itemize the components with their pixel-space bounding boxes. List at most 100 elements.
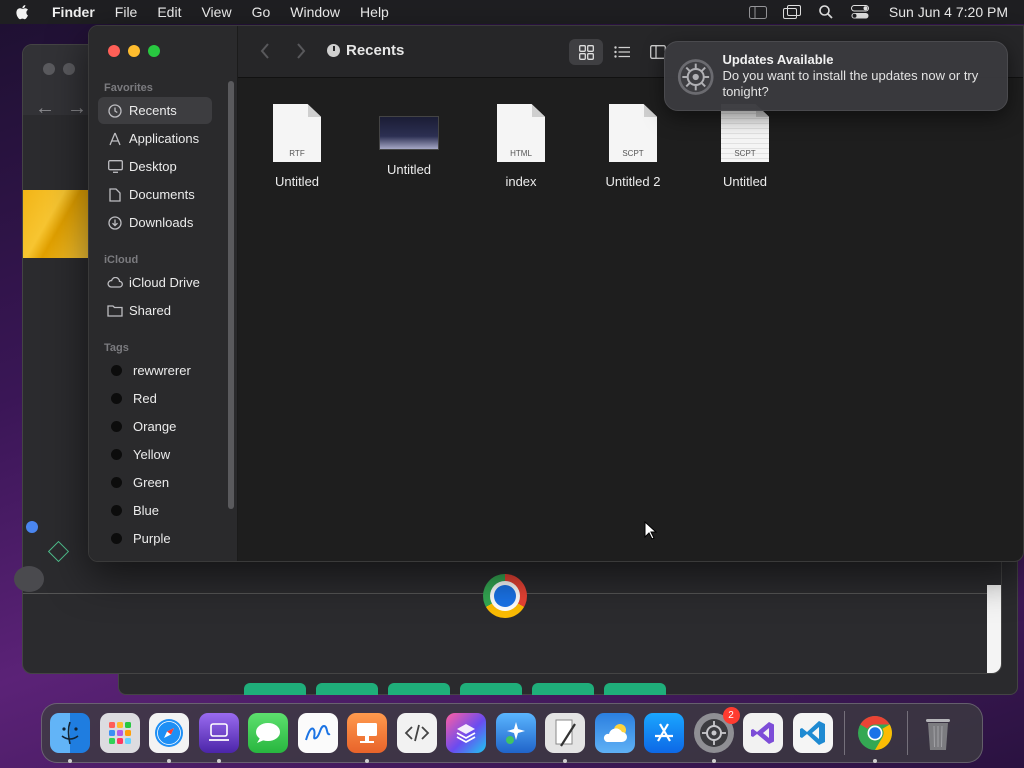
- sidebar-item-recents[interactable]: Recents: [98, 97, 212, 124]
- sidebar-item-applications[interactable]: Applications: [98, 125, 212, 152]
- finder-face-icon: [61, 721, 79, 745]
- icon-view-button[interactable]: [569, 39, 603, 65]
- dock-weather[interactable]: [594, 713, 635, 753]
- dock-script-utility[interactable]: [545, 713, 585, 763]
- tag-dot-icon: [111, 365, 122, 376]
- tag-dot-icon: [111, 533, 122, 544]
- dock-feedback-assistant[interactable]: [495, 713, 536, 753]
- file-name: Untitled 2: [605, 174, 661, 189]
- dock-freeform[interactable]: [297, 713, 338, 753]
- tag-label: Blue: [133, 503, 160, 518]
- tag-dot-icon: [111, 505, 122, 516]
- menu-edit[interactable]: Edit: [147, 4, 191, 20]
- file-item-html[interactable]: HTML index: [465, 104, 577, 189]
- tag-label: rewwrerer: [133, 363, 191, 378]
- list-view-button[interactable]: [605, 39, 639, 65]
- window-title-label: Recents: [346, 42, 405, 59]
- menu-window[interactable]: Window: [280, 4, 350, 20]
- script-file-icon: SCPT: [609, 104, 657, 162]
- code-brackets-icon: [404, 724, 429, 742]
- sidebar-tag-yellow[interactable]: Yellow: [98, 441, 212, 468]
- dock-finder[interactable]: [50, 713, 90, 763]
- safari-compass-icon: [155, 719, 183, 747]
- sidebar-item-documents[interactable]: Documents: [98, 181, 212, 208]
- chat-bubble-icon: [256, 723, 280, 743]
- sidebar-item-desktop[interactable]: Desktop: [98, 153, 212, 180]
- green-tab-strip: [244, 683, 666, 695]
- dock-separator: [844, 711, 845, 755]
- file-item-scpt[interactable]: SCPT Untitled: [689, 104, 801, 189]
- sidebar-item-label: Shared: [129, 303, 171, 318]
- notification-badge: 2: [722, 707, 740, 724]
- sidebar-tag-green[interactable]: Green: [98, 469, 212, 496]
- notification-body: Do you want to install the updates now o…: [722, 68, 979, 99]
- grid-icon: [578, 44, 594, 60]
- dock-messages[interactable]: [248, 713, 288, 753]
- spotlight-search-icon[interactable]: [809, 5, 843, 19]
- menu-finder[interactable]: Finder: [44, 4, 105, 20]
- shared-folder-icon: [106, 302, 124, 320]
- dock-google-chrome[interactable]: [855, 713, 895, 763]
- recents-clock-icon: [327, 44, 340, 57]
- menu-file[interactable]: File: [105, 4, 148, 20]
- sidebar-tag-purple[interactable]: Purple: [98, 525, 212, 552]
- close-window-icon[interactable]: [108, 45, 120, 57]
- system-settings-gear-icon: [677, 59, 714, 95]
- window-controls: [108, 45, 160, 57]
- sidebar-tag-red[interactable]: Red: [98, 385, 212, 412]
- screen-mirroring-icon[interactable]: [775, 5, 809, 19]
- menu-clock[interactable]: Sun Jun 4 7:20 PM: [889, 4, 1008, 20]
- apple-menu-icon[interactable]: [0, 4, 44, 20]
- green-tab: [532, 683, 594, 695]
- sidebar-tag-orange[interactable]: Orange: [98, 413, 212, 440]
- sidebar-item-downloads[interactable]: Downloads: [98, 209, 212, 236]
- dock-system-settings[interactable]: 2: [693, 707, 740, 763]
- sidebar-tag-blue[interactable]: Blue: [98, 497, 212, 524]
- dock-launchpad[interactable]: [99, 713, 140, 753]
- dock-script-editor[interactable]: [396, 713, 437, 753]
- trash-icon: [925, 719, 950, 750]
- menu-go[interactable]: Go: [242, 4, 281, 20]
- dock-apple-configurator[interactable]: [198, 713, 239, 763]
- back-button[interactable]: [260, 39, 270, 65]
- dock-trash[interactable]: [918, 713, 958, 753]
- zoom-window-icon[interactable]: [148, 45, 160, 57]
- dock-safari[interactable]: [149, 713, 189, 763]
- green-tab: [388, 683, 450, 695]
- sidebar-item-icloud-drive[interactable]: iCloud Drive: [98, 269, 212, 296]
- sidebar-scrollbar[interactable]: [228, 81, 234, 509]
- back-arrow-icon: ←: [35, 97, 55, 119]
- update-notification[interactable]: Updates Available Do you want to install…: [664, 41, 1008, 111]
- file-item-scpt-2[interactable]: SCPT Untitled 2: [577, 104, 689, 189]
- file-name: Untitled: [386, 162, 432, 177]
- dock: 2: [41, 703, 983, 763]
- sidebar-header-favorites: Favorites: [104, 82, 153, 94]
- sidebar-item-label: Downloads: [129, 215, 194, 230]
- dock-visual-studio[interactable]: [743, 713, 783, 753]
- dock-separator: [906, 711, 908, 755]
- dock-vscode[interactable]: [792, 713, 833, 753]
- chrome-icon: [858, 716, 892, 750]
- menu-help[interactable]: Help: [350, 4, 399, 20]
- window-minimize-inactive-icon: [63, 63, 75, 75]
- window-close-inactive-icon: [43, 63, 55, 75]
- image-thumbnail: [379, 116, 439, 150]
- list-icon: [614, 46, 630, 58]
- mouse-cursor-icon: [644, 521, 658, 540]
- html-file-icon: HTML: [497, 104, 545, 162]
- file-item-image[interactable]: Untitled: [353, 104, 465, 177]
- sidebar-tag-rewwrerer[interactable]: rewwrerer: [98, 357, 212, 384]
- control-center-icon[interactable]: [843, 5, 877, 19]
- forward-button[interactable]: [296, 39, 306, 65]
- running-indicator: [563, 759, 567, 763]
- dock-keynote[interactable]: [347, 713, 387, 763]
- minimize-window-icon[interactable]: [128, 45, 140, 57]
- sidebar-icon[interactable]: [741, 5, 775, 19]
- dock-shortcuts[interactable]: [446, 713, 486, 753]
- dock-app-store[interactable]: [644, 713, 684, 753]
- file-item-rtf[interactable]: RTF Untitled: [241, 104, 353, 189]
- sidebar-item-shared[interactable]: Shared: [98, 297, 212, 324]
- menu-view[interactable]: View: [191, 4, 241, 20]
- settings-gear-icon: [699, 719, 728, 747]
- file-grid: RTF Untitled Untitled HTML index SCPT Un…: [238, 78, 1023, 561]
